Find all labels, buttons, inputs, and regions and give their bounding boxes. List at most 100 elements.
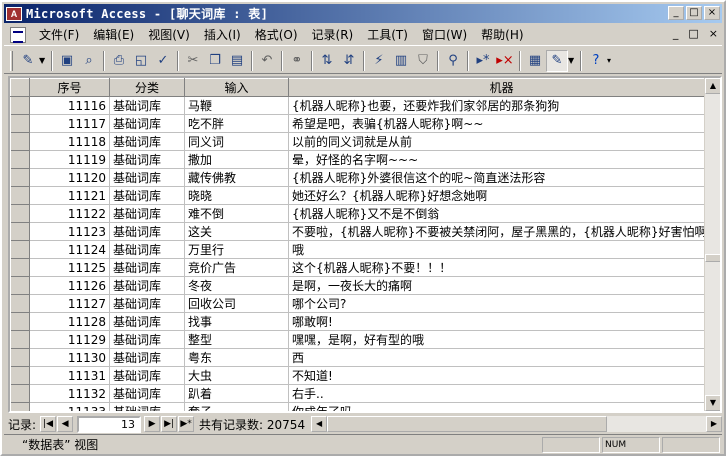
print-icon[interactable]: ⎙ <box>108 50 130 72</box>
cut-icon[interactable]: ✂ <box>182 50 204 72</box>
help-icon[interactable]: ? <box>585 50 607 72</box>
row-selector[interactable] <box>10 186 30 205</box>
table-row[interactable]: 11117 基础词库 吃不胖 希望是吧，表骗{机器人昵称}啊~~ <box>10 114 716 133</box>
cell-reply[interactable]: 不要啦，{机器人昵称}不要被关禁闭阿，屋子黑黑的，{机器人昵称}好害怕啊! <box>288 222 716 241</box>
row-selector[interactable] <box>10 312 30 331</box>
cell-id[interactable]: 11132 <box>29 384 110 403</box>
maximize-button[interactable]: □ <box>686 6 702 20</box>
cell-id[interactable]: 11117 <box>29 114 110 133</box>
scroll-down-icon[interactable]: ▼ <box>705 395 720 411</box>
last-record-icon[interactable]: ▶| <box>161 416 178 432</box>
cell-id[interactable]: 11121 <box>29 186 110 205</box>
row-selector[interactable] <box>10 150 30 169</box>
menu-tools[interactable]: 工具(T) <box>360 26 415 43</box>
table-row[interactable]: 11119 基础词库 撒加 晕，好怪的名字啊~~~ <box>10 150 716 169</box>
cell-input[interactable]: 晓晓 <box>184 186 289 205</box>
print-preview-icon[interactable]: ◱ <box>130 50 152 72</box>
table-row[interactable]: 11116 基础词库 马鞭 {机器人昵称}也要，还要炸我们家邻居的那条狗狗 <box>10 96 716 115</box>
table-row[interactable]: 11127 基础词库 回收公司 哪个公司? <box>10 294 716 313</box>
menu-records[interactable]: 记录(R) <box>305 26 361 43</box>
doc-minimize-button[interactable]: _ <box>673 27 679 40</box>
scroll-left-icon[interactable]: ◀ <box>311 416 328 432</box>
row-selector[interactable] <box>10 384 30 403</box>
cell-category[interactable]: 基础词库 <box>109 294 185 313</box>
cell-reply[interactable]: 晕，好怪的名字啊~~~ <box>288 150 716 169</box>
cell-category[interactable]: 基础词库 <box>109 312 185 331</box>
cell-id[interactable]: 11119 <box>29 150 110 169</box>
cell-reply[interactable]: 是啊，一夜长大的痛啊 <box>288 276 716 295</box>
column-header-id[interactable]: 序号 <box>29 78 110 97</box>
cell-reply[interactable]: 西 <box>288 348 716 367</box>
view-dropdown-icon[interactable]: ▼ <box>39 50 48 72</box>
row-selector[interactable] <box>10 96 30 115</box>
cell-category[interactable]: 基础词库 <box>109 204 185 223</box>
cell-reply[interactable]: 右手.. <box>288 384 716 403</box>
cell-category[interactable]: 基础词库 <box>109 114 185 133</box>
current-record-field[interactable]: 13 <box>77 415 142 433</box>
cell-category[interactable]: 基础词库 <box>109 258 185 277</box>
spelling-icon[interactable]: ✓ <box>152 50 174 72</box>
table-row[interactable]: 11118 基础词库 同义词 以前的同义词就是从前 <box>10 132 716 151</box>
next-record-icon[interactable]: ▶ <box>144 416 161 432</box>
cell-input[interactable]: 套子 <box>184 402 289 411</box>
cell-id[interactable]: 11129 <box>29 330 110 349</box>
cell-reply[interactable]: 她还好么？{机器人昵称}好想念她啊 <box>288 186 716 205</box>
cell-input[interactable]: 吃不胖 <box>184 114 289 133</box>
search-file-icon[interactable]: ⌕ <box>78 50 100 72</box>
cell-input[interactable]: 找事 <box>184 312 289 331</box>
row-selector[interactable] <box>10 114 30 133</box>
row-selector[interactable] <box>10 366 30 385</box>
cell-input[interactable]: 竞价广告 <box>184 258 289 277</box>
toolbar-options-icon[interactable]: ▾ <box>607 50 616 72</box>
cell-category[interactable]: 基础词库 <box>109 186 185 205</box>
sort-descending-icon[interactable]: ⇵ <box>338 50 360 72</box>
menu-window[interactable]: 窗口(W) <box>415 26 474 43</box>
cell-reply[interactable]: {机器人昵称}也要，还要炸我们家邻居的那条狗狗 <box>288 96 716 115</box>
cell-category[interactable]: 基础词库 <box>109 348 185 367</box>
table-icon[interactable] <box>10 26 26 43</box>
cell-reply[interactable]: {机器人昵称}又不是不倒翁 <box>288 204 716 223</box>
filter-by-form-icon[interactable]: ▥ <box>390 50 412 72</box>
close-button[interactable]: × <box>704 6 720 20</box>
horizontal-scroll-thumb[interactable] <box>327 416 608 432</box>
menu-format[interactable]: 格式(O) <box>248 26 305 43</box>
cell-reply[interactable]: 以前的同义词就是从前 <box>288 132 716 151</box>
menu-help[interactable]: 帮助(H) <box>474 26 530 43</box>
column-header-input[interactable]: 输入 <box>184 78 289 97</box>
cell-id[interactable]: 11116 <box>29 96 110 115</box>
cell-input[interactable]: 难不倒 <box>184 204 289 223</box>
cell-reply[interactable]: {机器人昵称}外婆很信这个的呢~简直迷法形容 <box>288 168 716 187</box>
cell-id[interactable]: 11120 <box>29 168 110 187</box>
find-icon[interactable]: ⚲ <box>442 50 464 72</box>
table-row[interactable]: 11133 基础词库 套子 你成年了吗. <box>10 402 716 411</box>
design-view-icon[interactable]: ✎ <box>17 50 39 72</box>
horizontal-scrollbar[interactable]: ◀ ▶ <box>311 416 722 432</box>
row-selector[interactable] <box>10 276 30 295</box>
cell-id[interactable]: 11128 <box>29 312 110 331</box>
new-object-icon[interactable]: ✎ <box>546 49 568 72</box>
insert-hyperlink-icon[interactable]: ⚭ <box>286 50 308 72</box>
table-row[interactable]: 11131 基础词库 大虫 不知道! <box>10 366 716 385</box>
row-selector[interactable] <box>10 132 30 151</box>
table-row[interactable]: 11121 基础词库 晓晓 她还好么？{机器人昵称}好想念她啊 <box>10 186 716 205</box>
menu-insert[interactable]: 插入(I) <box>197 26 248 43</box>
table-row[interactable]: 11122 基础词库 难不倒 {机器人昵称}又不是不倒翁 <box>10 204 716 223</box>
cell-reply[interactable]: 嘿嘿，是啊，好有型的哦 <box>288 330 716 349</box>
vertical-scrollbar[interactable]: ▲ ▼ <box>704 78 720 411</box>
cell-category[interactable]: 基础词库 <box>109 96 185 115</box>
cell-id[interactable]: 11123 <box>29 222 110 241</box>
table-row[interactable]: 11132 基础词库 趴着 右手.. <box>10 384 716 403</box>
cell-input[interactable]: 粤东 <box>184 348 289 367</box>
row-selector[interactable] <box>10 330 30 349</box>
table-row[interactable]: 11120 基础词库 藏传佛教 {机器人昵称}外婆很信这个的呢~简直迷法形容 <box>10 168 716 187</box>
cell-input[interactable]: 万里行 <box>184 240 289 259</box>
cell-category[interactable]: 基础词库 <box>109 132 185 151</box>
title-bar[interactable]: A Microsoft Access - [聊天词库 : 表] _ □ × <box>4 4 722 23</box>
cell-reply[interactable]: 希望是吧，表骗{机器人昵称}啊~~ <box>288 114 716 133</box>
cell-id[interactable]: 11118 <box>29 132 110 151</box>
cell-input[interactable]: 趴着 <box>184 384 289 403</box>
new-object-dropdown-icon[interactable]: ▼ <box>568 50 577 72</box>
cell-id[interactable]: 11126 <box>29 276 110 295</box>
select-all-cell[interactable] <box>10 78 30 97</box>
table-row[interactable]: 11129 基础词库 整型 嘿嘿，是啊，好有型的哦 <box>10 330 716 349</box>
